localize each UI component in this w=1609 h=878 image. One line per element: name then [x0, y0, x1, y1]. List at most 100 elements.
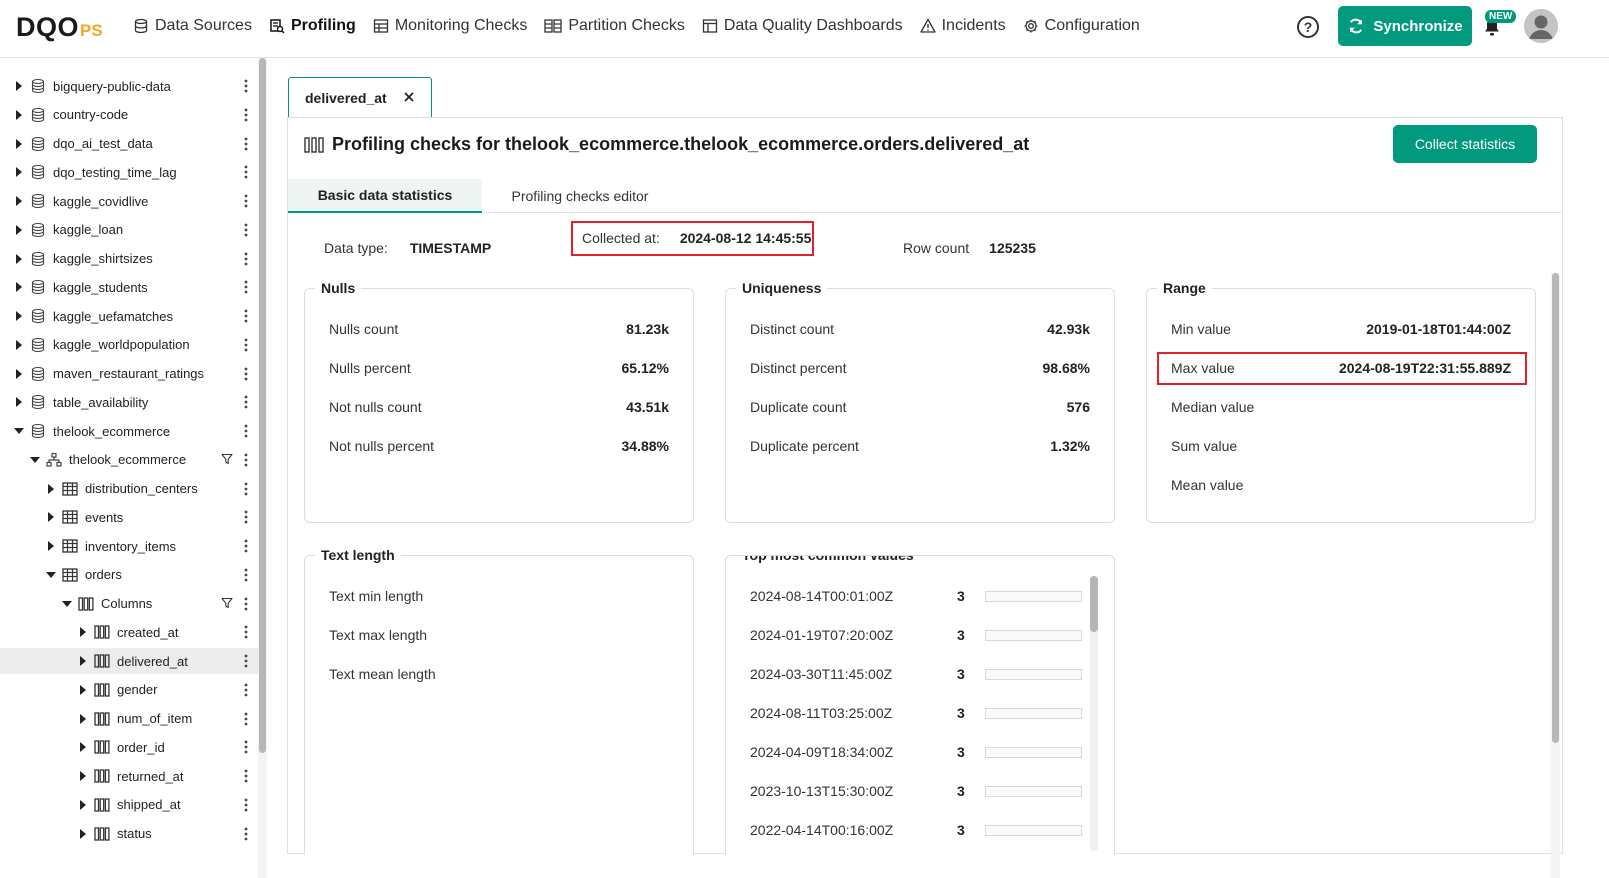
caret-right-icon[interactable] — [78, 828, 88, 839]
caret-right-icon[interactable] — [78, 742, 88, 753]
tree-item-inventory-items[interactable]: inventory_items — [0, 533, 258, 559]
tree-item-dqo-ai-test-data[interactable]: dqo_ai_test_data — [0, 131, 258, 157]
avatar[interactable] — [1524, 9, 1558, 43]
help-icon[interactable]: ? — [1297, 16, 1319, 38]
caret-right-icon[interactable] — [14, 138, 24, 149]
tree-item-order-id[interactable]: order_id — [0, 734, 258, 760]
nav-incidents[interactable]: Incidents — [919, 17, 1006, 35]
kebab-menu-icon[interactable] — [244, 223, 248, 237]
tree-item-dqo-testing-time-lag[interactable]: dqo_testing_time_lag — [0, 159, 258, 185]
kebab-menu-icon[interactable] — [244, 79, 248, 93]
collect-statistics-button[interactable]: Collect statistics — [1393, 125, 1537, 163]
caret-right-icon[interactable] — [46, 512, 56, 523]
caret-down-icon[interactable] — [14, 426, 24, 436]
caret-right-icon[interactable] — [78, 713, 88, 724]
nav-partition-checks[interactable]: Partition Checks — [544, 17, 685, 35]
tree-item-orders[interactable]: orders — [0, 562, 258, 588]
nav-monitoring-checks[interactable]: Monitoring Checks — [373, 17, 527, 35]
tree-item-maven-restaurant-ratings[interactable]: maven_restaurant_ratings — [0, 361, 258, 387]
kebab-menu-icon[interactable] — [244, 597, 248, 611]
caret-right-icon[interactable] — [78, 627, 88, 638]
kebab-menu-icon[interactable] — [244, 740, 248, 754]
kebab-menu-icon[interactable] — [244, 424, 248, 438]
kebab-menu-icon[interactable] — [244, 108, 248, 122]
caret-down-icon[interactable] — [46, 570, 56, 580]
tree-item-kaggle-covidlive[interactable]: kaggle_covidlive — [0, 188, 258, 214]
tree-item-country-code[interactable]: country-code — [0, 102, 258, 128]
caret-right-icon[interactable] — [14, 368, 24, 379]
kebab-menu-icon[interactable] — [244, 568, 248, 582]
caret-right-icon[interactable] — [14, 253, 24, 264]
synchronize-button[interactable]: Synchronize — [1338, 6, 1472, 46]
caret-right-icon[interactable] — [14, 397, 24, 408]
filter-icon[interactable] — [221, 453, 233, 468]
tree-item-bigquery-public-data[interactable]: bigquery-public-data — [0, 73, 258, 99]
kebab-menu-icon[interactable] — [244, 798, 248, 812]
tab-basic-data-statistics[interactable]: Basic data statistics — [288, 179, 482, 213]
tree-item-num-of-item[interactable]: num_of_item — [0, 706, 258, 732]
caret-right-icon[interactable] — [14, 224, 24, 235]
nav-profiling[interactable]: Profiling — [269, 17, 356, 35]
nav-data-quality-dashboards[interactable]: Data Quality Dashboards — [702, 17, 903, 35]
tab-profiling-checks-editor[interactable]: Profiling checks editor — [482, 179, 678, 213]
tree-item-thelook-ecommerce[interactable]: thelook_ecommerce — [0, 418, 258, 444]
kebab-menu-icon[interactable] — [244, 769, 248, 783]
kebab-menu-icon[interactable] — [244, 510, 248, 524]
kebab-menu-icon[interactable] — [244, 252, 248, 266]
kebab-menu-icon[interactable] — [244, 827, 248, 841]
caret-down-icon[interactable] — [62, 599, 72, 609]
kebab-menu-icon[interactable] — [244, 453, 248, 467]
caret-right-icon[interactable] — [78, 771, 88, 781]
caret-right-icon[interactable] — [46, 541, 56, 551]
close-icon[interactable] — [403, 91, 415, 103]
tree-item-status[interactable]: status — [0, 821, 258, 847]
nav-data-sources[interactable]: Data Sources — [133, 17, 252, 35]
kebab-menu-icon[interactable] — [244, 165, 248, 179]
caret-right-icon[interactable] — [46, 483, 56, 494]
dqops-logo[interactable]: DQO PS — [16, 12, 103, 42]
tree-item-created-at[interactable]: created_at — [0, 619, 258, 645]
tree-item-distribution-centers[interactable]: distribution_centers — [0, 476, 258, 502]
tree-item-gender[interactable]: gender — [0, 677, 258, 703]
filter-icon[interactable] — [221, 597, 233, 612]
nav-configuration[interactable]: Configuration — [1023, 17, 1140, 35]
caret-right-icon[interactable] — [14, 282, 24, 293]
caret-right-icon[interactable] — [14, 81, 24, 91]
caret-right-icon[interactable] — [14, 196, 24, 206]
tree-item-thelook-ecommerce[interactable]: thelook_ecommerce — [0, 447, 258, 473]
kebab-menu-icon[interactable] — [244, 683, 248, 697]
kebab-menu-icon[interactable] — [244, 194, 248, 208]
caret-right-icon[interactable] — [14, 339, 24, 350]
kebab-menu-icon[interactable] — [244, 712, 248, 726]
caret-right-icon[interactable] — [14, 167, 24, 178]
caret-right-icon[interactable] — [78, 656, 88, 666]
tree-item-kaggle-students[interactable]: kaggle_students — [0, 274, 258, 300]
caret-right-icon[interactable] — [14, 311, 24, 321]
kebab-menu-icon[interactable] — [244, 137, 248, 151]
kebab-menu-icon[interactable] — [244, 280, 248, 294]
kebab-menu-icon[interactable] — [244, 309, 248, 323]
tree-item-kaggle-uefamatches[interactable]: kaggle_uefamatches — [0, 303, 258, 329]
caret-down-icon[interactable] — [30, 455, 40, 465]
kebab-menu-icon[interactable] — [244, 482, 248, 496]
tree-item-delivered-at[interactable]: delivered_at — [0, 648, 258, 674]
sidebar-scrollbar-thumb[interactable] — [259, 58, 266, 753]
tree-item-kaggle-loan[interactable]: kaggle_loan — [0, 217, 258, 243]
caret-right-icon[interactable] — [78, 799, 88, 810]
tab-delivered-at[interactable]: delivered_at — [288, 77, 432, 117]
caret-right-icon[interactable] — [14, 109, 24, 120]
kebab-menu-icon[interactable] — [244, 539, 248, 553]
tree-item-events[interactable]: events — [0, 504, 258, 530]
kebab-menu-icon[interactable] — [244, 654, 248, 668]
top-values-scrollbar-thumb[interactable] — [1090, 576, 1098, 632]
kebab-menu-icon[interactable] — [244, 625, 248, 639]
tree-item-columns[interactable]: Columns — [0, 591, 258, 617]
tree-item-table-availability[interactable]: table_availability — [0, 389, 258, 415]
kebab-menu-icon[interactable] — [244, 367, 248, 381]
tree-item-returned-at[interactable]: returned_at — [0, 763, 258, 789]
tree-item-shipped-at[interactable]: shipped_at — [0, 792, 258, 818]
tree-item-kaggle-shirtsizes[interactable]: kaggle_shirtsizes — [0, 246, 258, 272]
tree-item-kaggle-worldpopulation[interactable]: kaggle_worldpopulation — [0, 332, 258, 358]
caret-right-icon[interactable] — [78, 684, 88, 695]
kebab-menu-icon[interactable] — [244, 395, 248, 409]
